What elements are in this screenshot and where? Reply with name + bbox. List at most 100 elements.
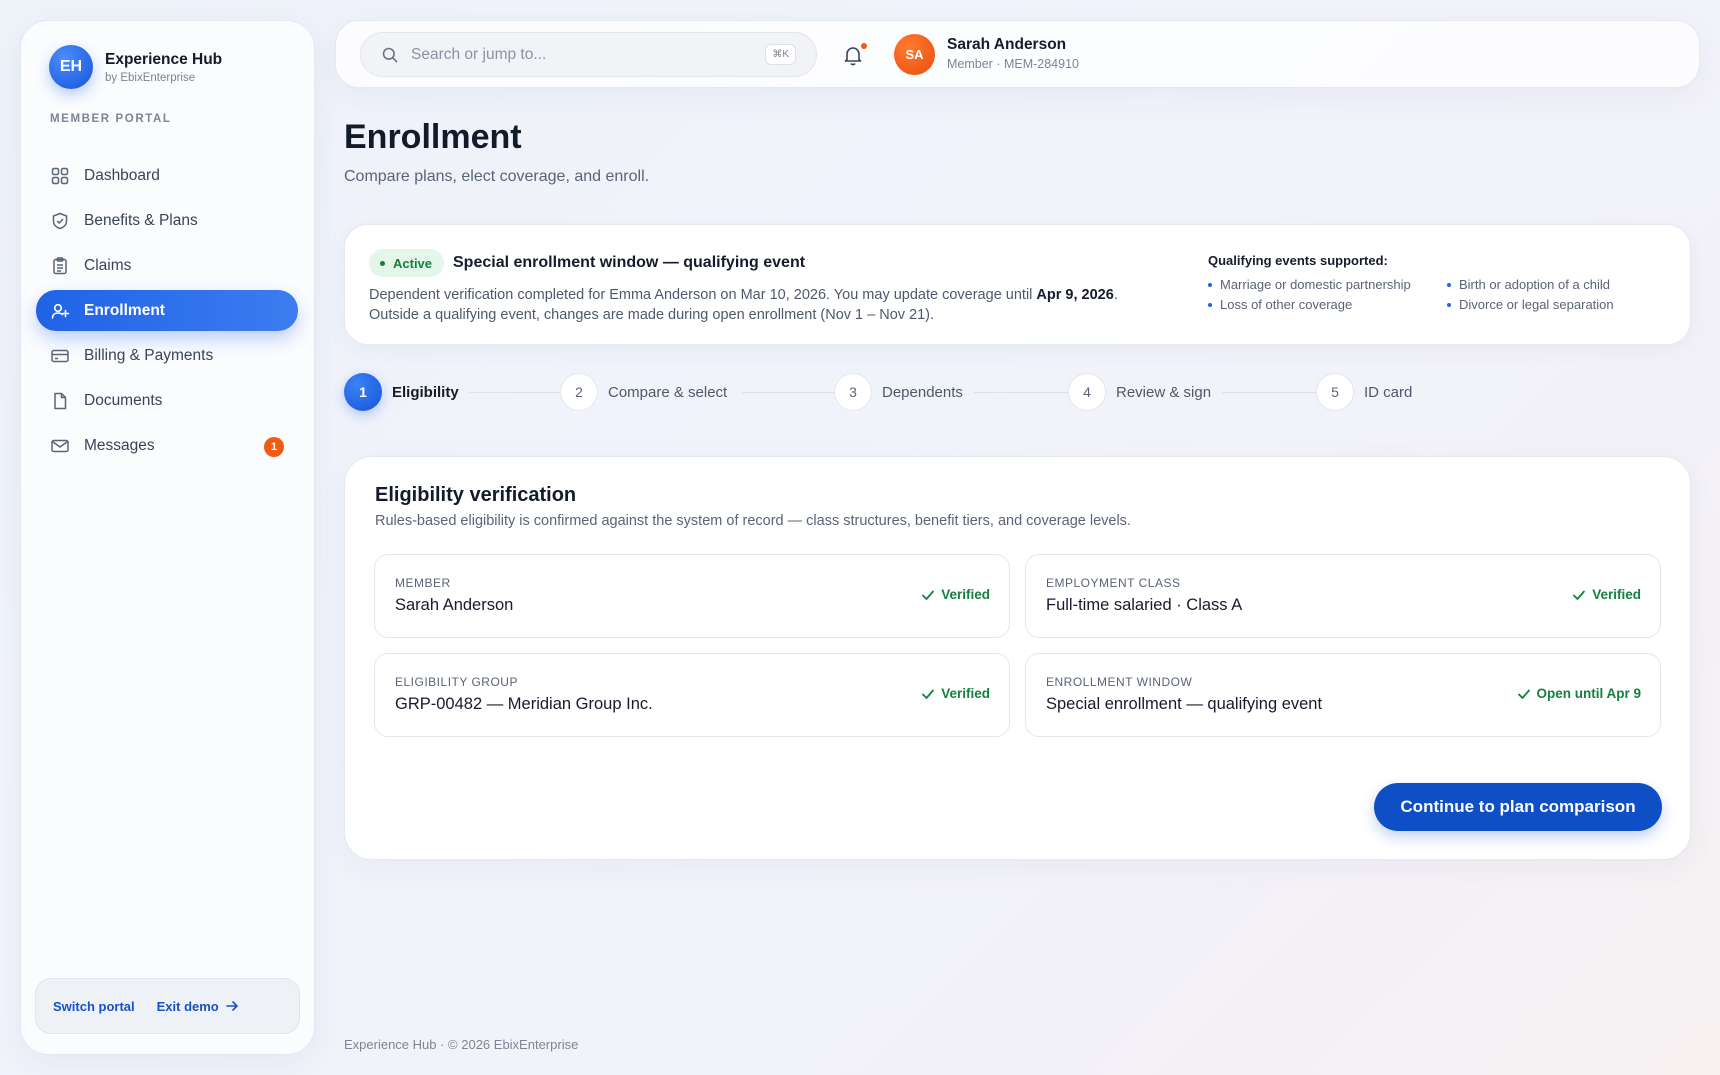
field-value: Sarah Anderson xyxy=(395,596,514,614)
sidebar-item-documents[interactable]: Documents xyxy=(36,380,298,421)
banner-text-pre: Dependent verification completed for Emm… xyxy=(369,287,1037,303)
switch-portal-link[interactable]: Switch portal xyxy=(53,999,135,1014)
banner-deadline: Apr 9, 2026 xyxy=(1036,287,1114,303)
check-icon xyxy=(1573,590,1586,600)
verified-status: Verified xyxy=(1572,587,1641,602)
step-label: Dependents xyxy=(882,383,963,401)
enrollment-window-verification: ENROLLMENT WINDOW Special enrollment — q… xyxy=(1025,653,1661,737)
search-icon xyxy=(381,46,399,64)
event-label: Marriage or domestic partnership xyxy=(1220,277,1411,292)
page-title: Enrollment xyxy=(344,118,522,156)
step-number: 4 xyxy=(1068,373,1106,411)
brand-logo: EH xyxy=(49,45,93,89)
field-label: MEMBER xyxy=(395,576,451,590)
list-item: Birth or adoption of a child xyxy=(1447,277,1677,292)
section-label: MEMBER PORTAL xyxy=(50,113,172,125)
field-value: GRP-00482 — Meridian Group Inc. xyxy=(395,695,653,713)
step-eligibility[interactable]: 1 Eligibility xyxy=(344,373,459,411)
banner-text: Dependent verification completed for Emm… xyxy=(369,285,1169,325)
step-compare-select[interactable]: 2 Compare & select xyxy=(560,373,727,411)
sidebar-item-label: Dashboard xyxy=(84,166,160,184)
arrow-right-icon xyxy=(225,999,239,1013)
step-number: 3 xyxy=(834,373,872,411)
step-review-sign[interactable]: 4 Review & sign xyxy=(1068,373,1211,411)
status-text: Verified xyxy=(941,686,990,701)
credit-card-icon xyxy=(50,346,70,366)
eligibility-group-verification: ELIGIBILITY GROUP GRP-00482 — Meridian G… xyxy=(374,653,1010,737)
continue-to-plan-comparison-button[interactable]: Continue to plan comparison xyxy=(1374,783,1662,831)
sidebar: EH Experience Hub by EbixEnterprise MEMB… xyxy=(20,20,315,1055)
avatar[interactable]: SA xyxy=(894,34,935,75)
check-icon xyxy=(1517,689,1530,699)
step-number: 1 xyxy=(344,373,382,411)
employment-class-verification: EMPLOYMENT CLASS Full-time salaried · Cl… xyxy=(1025,554,1661,638)
bullet-icon xyxy=(1208,282,1212,287)
status-badge: Active xyxy=(369,249,445,277)
sidebar-item-label: Benefits & Plans xyxy=(84,211,198,229)
qualifying-events-title: Qualifying events supported: xyxy=(1208,253,1388,268)
sidebar-item-claims[interactable]: Claims xyxy=(36,245,298,286)
step-label: Eligibility xyxy=(392,383,459,401)
messages-badge: 1 xyxy=(264,437,284,457)
step-number: 5 xyxy=(1316,373,1354,411)
sidebar-item-enrollment[interactable]: Enrollment xyxy=(36,290,298,331)
enrollment-stepper: 1 Eligibility 2 Compare & select 3 Depen… xyxy=(344,373,1444,413)
step-connector xyxy=(974,392,1068,393)
special-enrollment-banner: Active Special enrollment window — quali… xyxy=(344,224,1691,345)
brand-name: Experience Hub xyxy=(105,50,223,68)
step-dependents[interactable]: 3 Dependents xyxy=(834,373,963,411)
sidebar-item-benefits[interactable]: Benefits & Plans xyxy=(36,200,298,241)
event-label: Loss of other coverage xyxy=(1220,297,1353,312)
banner-title: Special enrollment window — qualifying e… xyxy=(453,254,806,271)
clipboard-icon xyxy=(50,256,70,276)
status-label: Active xyxy=(393,255,433,271)
verified-status: Verified xyxy=(921,686,990,701)
sidebar-nav: Dashboard Benefits & Plans Claims Enroll… xyxy=(36,155,298,470)
user-name: Sarah Anderson xyxy=(947,36,1067,53)
banner-text-post: . xyxy=(1113,287,1118,303)
banner-text-line2: Outside a qualifying event, changes are … xyxy=(369,307,935,323)
bullet-icon xyxy=(1447,302,1451,307)
notification-dot xyxy=(861,43,867,49)
field-value: Special enrollment — qualifying event xyxy=(1046,695,1323,713)
status-text: Open until Apr 9 xyxy=(1536,686,1642,701)
status-text: Verified xyxy=(1592,587,1641,602)
verified-status: Verified xyxy=(921,587,990,602)
sidebar-item-dashboard[interactable]: Dashboard xyxy=(36,155,298,196)
step-label: Compare & select xyxy=(608,383,728,401)
brand[interactable]: EH Experience Hub by EbixEnterprise xyxy=(49,45,222,89)
brand-sub: by EbixEnterprise xyxy=(105,71,196,84)
status-text: Verified xyxy=(941,587,990,602)
search-shortcut: ⌘K xyxy=(765,44,796,65)
step-label: ID card xyxy=(1364,383,1413,401)
exit-demo-link[interactable]: Exit demo xyxy=(157,999,261,1014)
mail-icon xyxy=(50,436,70,456)
step-connector xyxy=(1222,392,1316,393)
field-label: ENROLLMENT WINDOW xyxy=(1046,675,1193,689)
user-member-id: Member · MEM-284910 xyxy=(947,57,1079,71)
event-label: Birth or adoption of a child xyxy=(1459,277,1611,292)
field-label: EMPLOYMENT CLASS xyxy=(1046,576,1181,590)
eligibility-subtitle: Rules-based eligibility is confirmed aga… xyxy=(375,513,1131,529)
event-label: Divorce or legal separation xyxy=(1459,297,1614,312)
step-number: 2 xyxy=(560,373,598,411)
sidebar-item-messages[interactable]: Messages 1 xyxy=(36,425,298,466)
step-connector xyxy=(469,392,561,393)
window-status: Open until Apr 9 xyxy=(1517,686,1642,701)
sidebar-item-billing[interactable]: Billing & Payments xyxy=(36,335,298,376)
sidebar-item-label: Enrollment xyxy=(84,301,165,319)
step-id-card[interactable]: 5 ID card xyxy=(1316,373,1412,411)
search-input[interactable]: Search or jump to... ⌘K xyxy=(360,32,817,77)
member-verification: MEMBER Sarah Anderson Verified xyxy=(374,554,1010,638)
sidebar-item-label: Documents xyxy=(84,391,163,409)
list-item: Loss of other coverage xyxy=(1208,297,1447,312)
sidebar-footer: Switch portal Exit demo xyxy=(35,978,300,1034)
document-icon xyxy=(50,391,70,411)
sidebar-item-label: Messages xyxy=(84,436,155,454)
step-label: Review & sign xyxy=(1116,383,1212,401)
qualifying-events-list: Marriage or domestic partnership Birth o… xyxy=(1208,277,1678,312)
eligibility-title: Eligibility verification xyxy=(375,484,577,506)
page-footer: Experience Hub · © 2026 EbixEnterprise xyxy=(344,1037,579,1052)
sidebar-item-label: Claims xyxy=(84,256,132,274)
top-bar: Search or jump to... ⌘K SA Sarah Anderso… xyxy=(335,20,1700,88)
